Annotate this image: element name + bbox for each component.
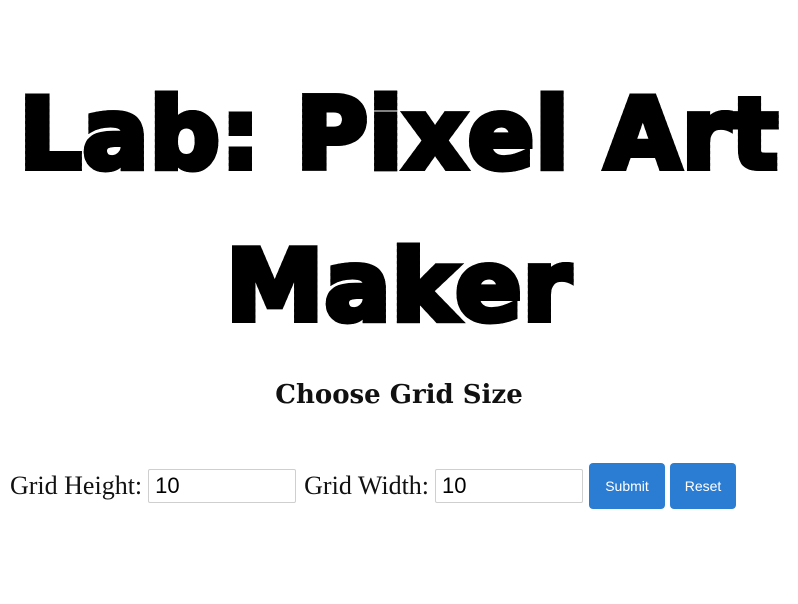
- page: Lab: Pixel Art Maker Choose Grid Size Gr…: [0, 0, 798, 604]
- grid-size-form: Grid Height: Grid Width: Submit Reset: [10, 463, 737, 509]
- page-title-line-1: Lab: Pixel Art: [0, 83, 798, 187]
- reset-button[interactable]: Reset: [670, 463, 737, 509]
- grid-height-input[interactable]: [148, 469, 297, 503]
- section-heading: Choose Grid Size: [275, 380, 523, 410]
- grid-height-label: Grid Height:: [10, 471, 143, 500]
- grid-width-input[interactable]: [435, 469, 584, 503]
- grid-width-label: Grid Width:: [304, 471, 430, 500]
- submit-button[interactable]: Submit: [589, 463, 666, 509]
- page-title-line-2: Maker: [0, 235, 798, 339]
